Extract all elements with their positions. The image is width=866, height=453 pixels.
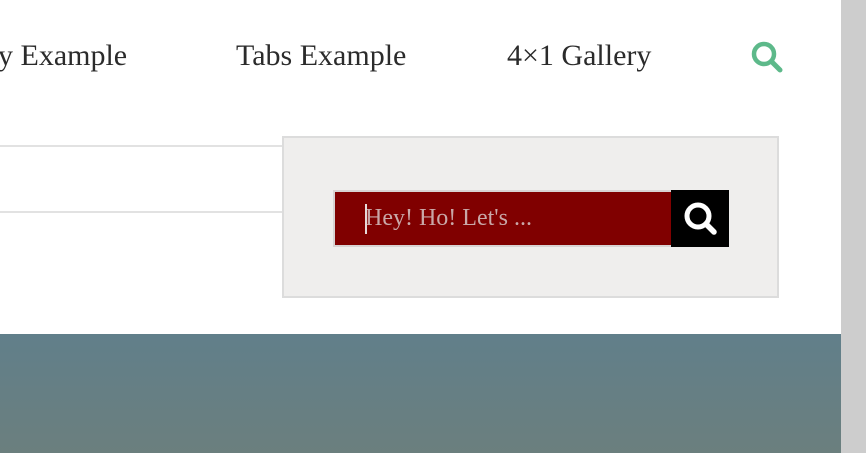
scrollbar[interactable] bbox=[841, 0, 866, 453]
hero-banner bbox=[0, 334, 841, 453]
text-cursor bbox=[365, 204, 367, 234]
content-divider bbox=[0, 145, 282, 147]
search-submit-button[interactable] bbox=[671, 190, 729, 247]
nav-item-4x1-gallery[interactable]: 4×1 Gallery bbox=[507, 36, 651, 76]
nav-item-gallery-example[interactable]: ry Example bbox=[0, 36, 127, 76]
search-icon[interactable] bbox=[750, 40, 784, 74]
content-divider bbox=[0, 211, 282, 213]
nav-item-tabs-example[interactable]: Tabs Example bbox=[236, 36, 406, 76]
search-input[interactable] bbox=[333, 190, 671, 247]
search-icon bbox=[684, 202, 717, 235]
page: ry Example Tabs Example 4×1 Gallery bbox=[0, 0, 866, 453]
